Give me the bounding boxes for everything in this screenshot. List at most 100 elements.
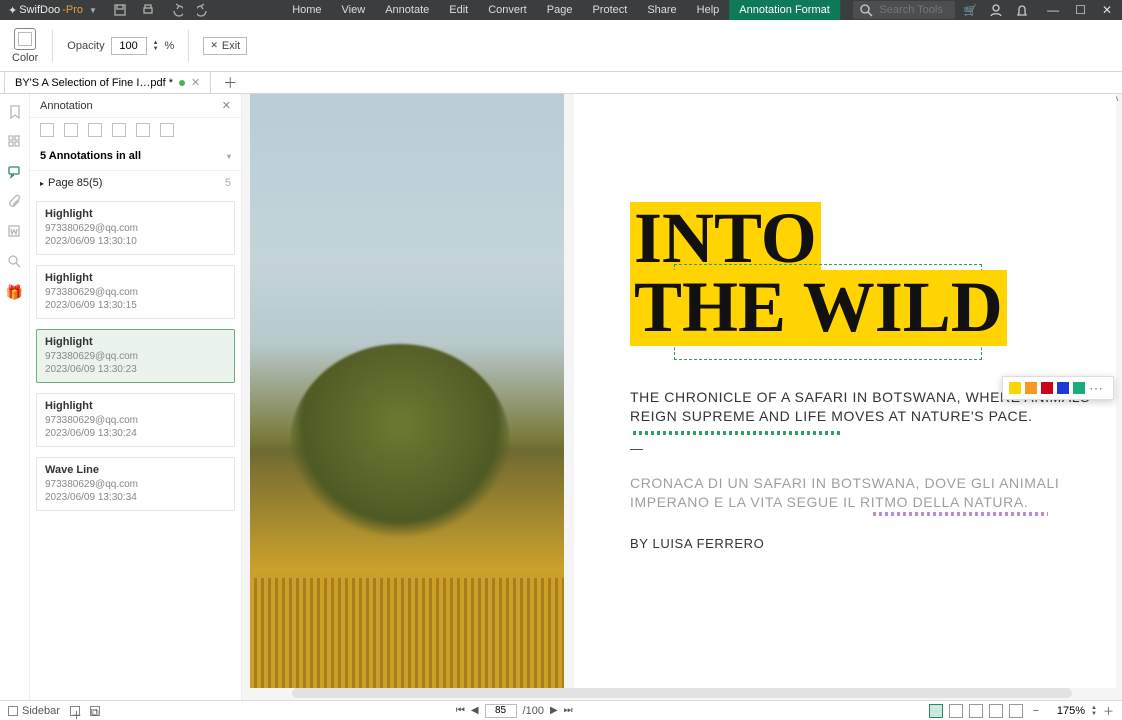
status-bar: Sidebar ＋ ⧉ ⏮ ◀ /100 ▶ ⏭ − ▲ ▼ ＋	[0, 700, 1122, 720]
page-group-count: 5	[225, 177, 231, 189]
search-input[interactable]	[879, 4, 949, 16]
color-swatch-green[interactable]	[1073, 382, 1085, 394]
bookmark-icon[interactable]	[7, 104, 23, 120]
annotation-item[interactable]: Highlight 973380629@qq.com 2023/06/09 13…	[36, 201, 235, 255]
tab-close-icon[interactable]: ✕	[191, 76, 200, 89]
color-swatch-yellow[interactable]	[1009, 382, 1021, 394]
menu-help[interactable]: Help	[687, 0, 730, 20]
print-icon[interactable]	[141, 3, 155, 17]
thumbnail-icon[interactable]	[7, 134, 23, 150]
page-add-button[interactable]: ＋	[70, 706, 80, 716]
minimize-button[interactable]: —	[1047, 3, 1059, 17]
annotation-panel-close-icon[interactable]: ✕	[222, 99, 231, 112]
add-tab-button[interactable]: ＋	[217, 73, 243, 93]
brand[interactable]: ✦ SwifDoo-Pro ▼	[0, 4, 105, 17]
undo-icon[interactable]	[169, 3, 183, 17]
brand-suffix: -Pro	[62, 4, 83, 16]
menu-view[interactable]: View	[332, 0, 376, 20]
prev-page-button[interactable]: ◀	[471, 705, 479, 716]
highlight-color-popup: ⋯	[1002, 376, 1114, 400]
annotation-user: 973380629@qq.com	[45, 414, 226, 427]
anno-tool-4[interactable]	[112, 123, 126, 137]
menu-annotation-format[interactable]: Annotation Format	[729, 0, 840, 20]
document-view[interactable]: 1 ˄ INTO THE WILD THE CHRONICLE OF A SAF…	[242, 94, 1122, 700]
brand-dropdown-icon[interactable]: ▼	[89, 6, 97, 15]
close-button[interactable]: ✕	[1102, 3, 1112, 17]
more-colors-icon[interactable]: ⋯	[1089, 380, 1103, 397]
menu-protect[interactable]: Protect	[582, 0, 637, 20]
annotation-item[interactable]: Highlight 973380629@qq.com 2023/06/09 13…	[36, 265, 235, 319]
anno-tool-6[interactable]	[160, 123, 174, 137]
user-icon[interactable]	[989, 3, 1003, 17]
menu-annotate[interactable]: Annotate	[375, 0, 439, 20]
annotation-summary[interactable]: 5 Annotations in all ▾	[30, 142, 241, 171]
color-swatch-blue[interactable]	[1057, 382, 1069, 394]
annotation-type: Highlight	[45, 400, 226, 412]
zoom-in-button[interactable]: ＋	[1103, 703, 1114, 719]
zoom-out-button[interactable]: −	[1033, 705, 1039, 717]
document-tab[interactable]: BY'S A Selection of Fine I…pdf * ✕	[4, 71, 211, 93]
word-icon[interactable]	[7, 224, 23, 240]
attachment-icon[interactable]	[7, 194, 23, 210]
exit-button[interactable]: ✕ Exit	[203, 37, 247, 55]
maximize-button[interactable]: ☐	[1075, 3, 1086, 17]
view-two-continuous[interactable]	[989, 704, 1003, 718]
anno-tool-5[interactable]	[136, 123, 150, 137]
next-page-button[interactable]: ▶	[550, 705, 558, 716]
color-swatch-orange[interactable]	[1025, 382, 1037, 394]
page-input[interactable]	[485, 704, 517, 718]
subtitle-it[interactable]: CRONACA DI UN SAFARI IN BOTSWANA, DOVE G…	[630, 474, 1104, 512]
view-fullscreen[interactable]	[1009, 704, 1023, 718]
divider	[52, 30, 53, 62]
view-two-page[interactable]	[969, 704, 983, 718]
byline[interactable]: BY LUISA FERRERO	[630, 536, 1104, 551]
color-picker[interactable]: Color	[12, 28, 38, 64]
view-single[interactable]	[929, 704, 943, 718]
divider-dash: —	[630, 441, 1104, 456]
redo-icon[interactable]	[197, 3, 211, 17]
anno-tool-1[interactable]	[40, 123, 54, 137]
save-icon[interactable]	[113, 3, 127, 17]
menu-home[interactable]: Home	[282, 0, 331, 20]
annotation-item[interactable]: Highlight 973380629@qq.com 2023/06/09 13…	[36, 393, 235, 447]
cart-icon[interactable]: 🛒	[963, 4, 977, 17]
bell-icon[interactable]	[1015, 3, 1029, 17]
last-page-button[interactable]: ⏭	[564, 705, 573, 716]
annotation-item[interactable]: Wave Line 973380629@qq.com 2023/06/09 13…	[36, 457, 235, 511]
page-dup-button[interactable]: ⧉	[90, 706, 100, 716]
menu-edit[interactable]: Edit	[439, 0, 478, 20]
menu-convert[interactable]: Convert	[478, 0, 537, 20]
sort-icon[interactable]: ▾	[227, 152, 231, 161]
brand-name: SwifDoo	[19, 4, 60, 16]
search-tools[interactable]	[853, 1, 955, 19]
sidebar-label: Sidebar	[22, 705, 60, 717]
annotation-user: 973380629@qq.com	[45, 350, 226, 363]
annotation-panel-header: Annotation ✕	[30, 94, 241, 118]
annotation-page-group[interactable]: ▸Page 85(5) 5	[30, 171, 241, 195]
gift-icon[interactable]: 🎁	[6, 284, 23, 301]
anno-tool-3[interactable]	[88, 123, 102, 137]
menu-page[interactable]: Page	[537, 0, 583, 20]
sidebar-toggle[interactable]: Sidebar	[8, 705, 60, 717]
view-continuous[interactable]	[949, 704, 963, 718]
menubar: ✦ SwifDoo-Pro ▼ Home View Annotate Edit …	[0, 0, 1122, 20]
color-drop-icon	[14, 28, 36, 50]
opacity-input[interactable]	[111, 37, 147, 55]
sidebar-icon	[8, 706, 18, 716]
workarea: 🎁 Annotation ✕ 5 Annotations in all ▾ ▸P…	[0, 94, 1122, 700]
unsaved-dot-icon	[179, 80, 185, 86]
anno-tool-2[interactable]	[64, 123, 78, 137]
annotation-panel-title: Annotation	[40, 100, 93, 112]
find-icon[interactable]	[7, 254, 23, 270]
first-page-button[interactable]: ⏮	[456, 705, 465, 716]
title-line-1[interactable]: INTO	[630, 202, 821, 274]
color-swatch-red[interactable]	[1041, 382, 1053, 394]
annotation-item-selected[interactable]: Highlight 973380629@qq.com 2023/06/09 13…	[36, 329, 235, 383]
opacity-down-icon[interactable]: ▼	[153, 46, 159, 52]
grass-foreground	[250, 578, 564, 688]
menu-share[interactable]: Share	[637, 0, 686, 20]
title-line-2[interactable]: THE WILD	[630, 270, 1007, 346]
annotation-icon[interactable]	[7, 164, 23, 180]
zoom-down-icon[interactable]: ▼	[1091, 711, 1097, 717]
zoom-value[interactable]	[1045, 705, 1085, 717]
